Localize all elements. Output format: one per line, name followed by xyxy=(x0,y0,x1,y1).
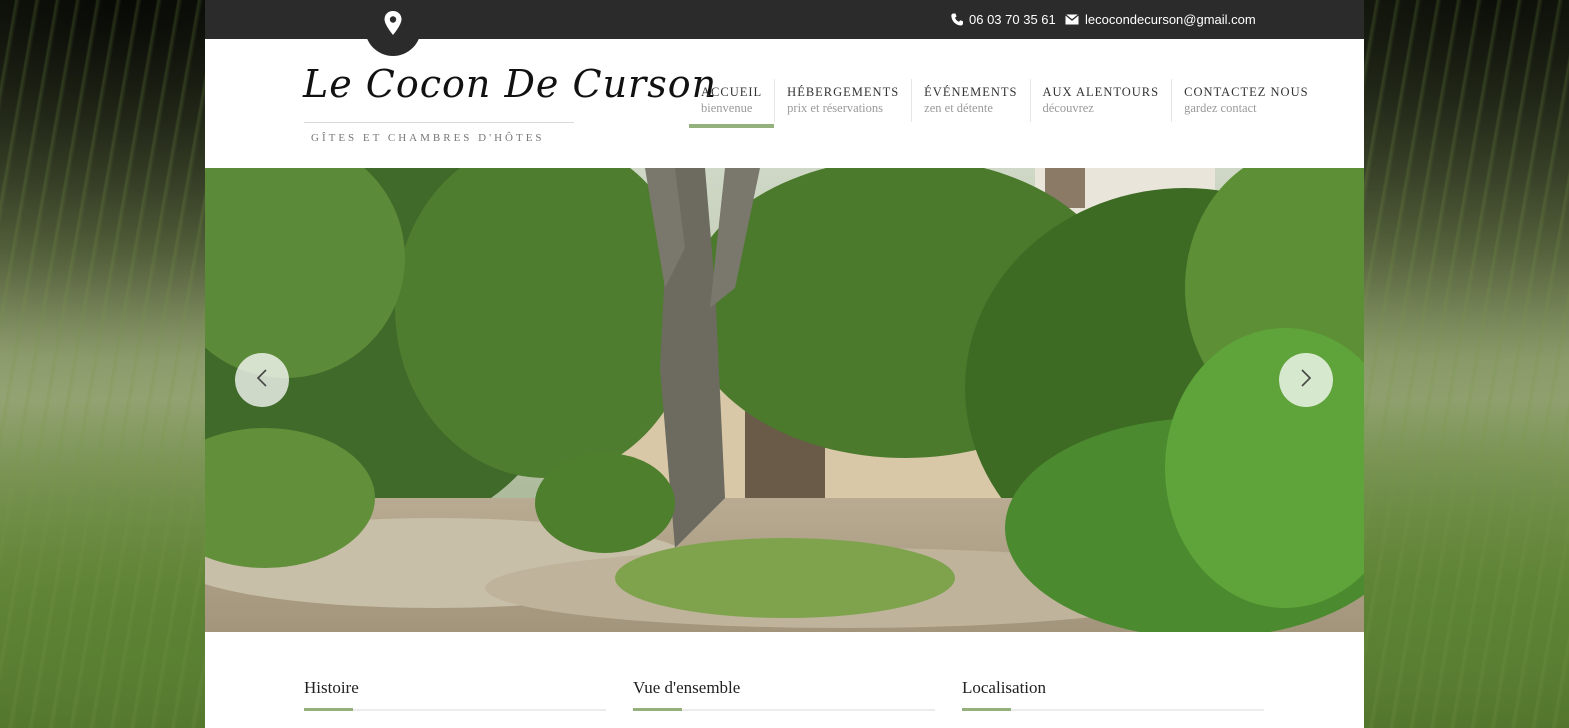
phone-icon xyxy=(951,13,963,26)
section-title: Histoire xyxy=(304,678,359,697)
location-tab[interactable] xyxy=(365,0,421,56)
envelope-icon xyxy=(1065,14,1079,25)
chevron-right-icon xyxy=(1300,368,1312,393)
nav-item-accueil[interactable]: ACCUEIL bienvenue xyxy=(689,79,775,128)
section-vue-ensemble: Vue d'ensemble xyxy=(633,678,935,711)
section-title: Vue d'ensemble xyxy=(633,678,741,697)
hero-slider xyxy=(205,168,1364,632)
site-tagline: GÎTES ET CHAMBRES D'HÔTES xyxy=(311,132,545,144)
nav-title: CONTACTEZ NOUS xyxy=(1184,85,1309,99)
email-contact[interactable]: lecocondecurson@gmail.com xyxy=(1065,0,1256,39)
nav-subtitle: découvrez xyxy=(1042,101,1094,115)
site-logo[interactable]: Le Cocon De Curson xyxy=(303,62,717,106)
nav-subtitle: bienvenue xyxy=(701,101,753,115)
garden-slide-image xyxy=(205,168,1364,632)
nav-item-aux-alentours[interactable]: AUX ALENTOURS découvrez xyxy=(1029,79,1172,122)
phone-number: 06 03 70 35 61 xyxy=(969,12,1056,27)
nav-title: AUX ALENTOURS xyxy=(1042,85,1160,99)
section-divider xyxy=(633,708,935,711)
logo-divider xyxy=(304,122,574,123)
map-pin-icon xyxy=(384,10,402,40)
section-localisation: Localisation xyxy=(962,678,1264,711)
section-title: Localisation xyxy=(962,678,1047,697)
email-address: lecocondecurson@gmail.com xyxy=(1085,12,1256,27)
nav-item-contactez-nous[interactable]: CONTACTEZ NOUS gardez contact xyxy=(1171,79,1320,122)
nav-title: HÉBERGEMENTS xyxy=(787,85,900,99)
nav-subtitle: prix et réservations xyxy=(787,101,883,115)
main-navigation: ACCUEIL bienvenue HÉBERGEMENTS prix et r… xyxy=(689,79,1321,128)
nav-title: ÉVÉNEMENTS xyxy=(924,85,1018,99)
nav-item-evenements[interactable]: ÉVÉNEMENTS zen et détente xyxy=(911,79,1029,122)
nav-subtitle: gardez contact xyxy=(1184,101,1257,115)
chevron-left-icon xyxy=(256,368,268,393)
section-divider xyxy=(962,708,1264,711)
nav-title: ACCUEIL xyxy=(701,85,763,99)
nav-subtitle: zen et détente xyxy=(924,101,993,115)
page-container: 06 03 70 35 61 lecocondecurson@gmail.com… xyxy=(205,0,1364,728)
slider-prev-button[interactable] xyxy=(235,353,289,407)
nav-item-hebergements[interactable]: HÉBERGEMENTS prix et réservations xyxy=(774,79,911,122)
section-divider xyxy=(304,708,606,711)
section-histoire: Histoire xyxy=(304,678,606,711)
slider-next-button[interactable] xyxy=(1279,353,1333,407)
phone-contact[interactable]: 06 03 70 35 61 xyxy=(951,0,1056,39)
